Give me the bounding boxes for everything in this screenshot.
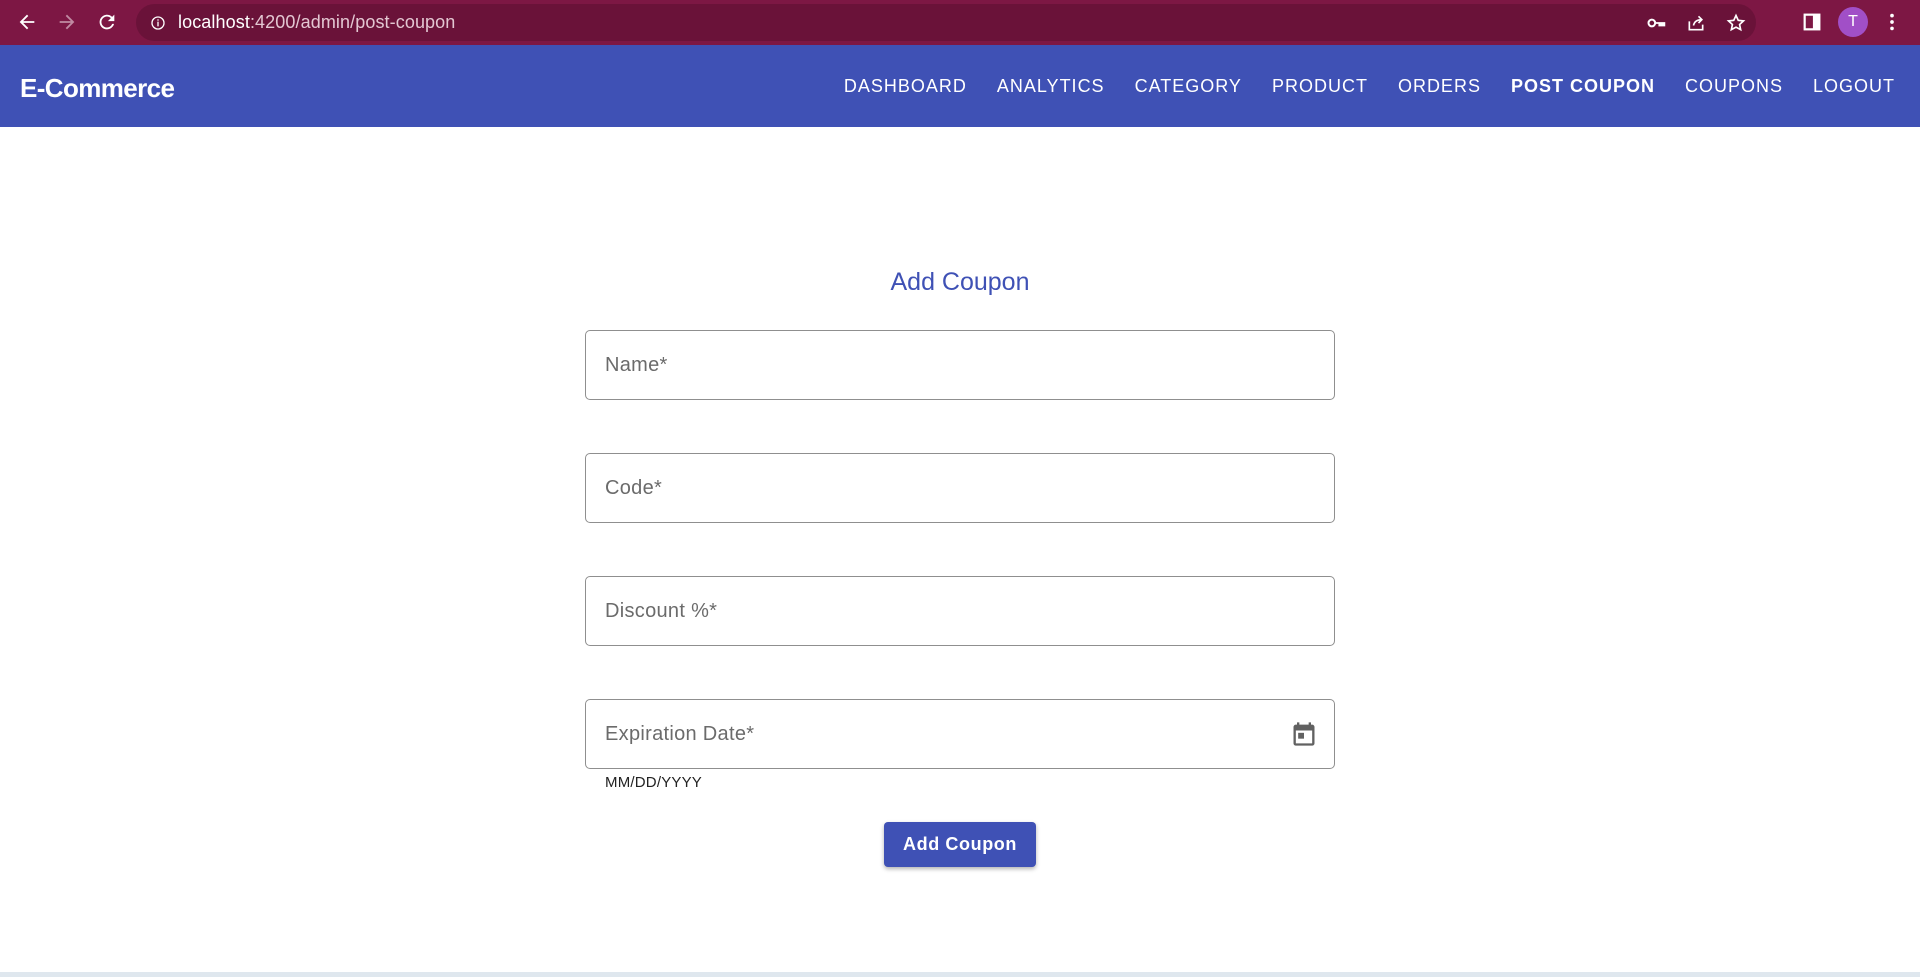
code-field [585,453,1335,523]
more-vert-icon[interactable] [1876,6,1908,38]
main-nav: DASHBOARD ANALYTICS CATEGORY PRODUCT ORD… [829,45,1910,127]
side-panel-icon[interactable] [1796,6,1828,38]
arrow-forward-icon[interactable] [51,6,83,38]
address-bar[interactable]: localhost:4200/admin/post-coupon [136,4,1756,41]
url-text[interactable]: localhost:4200/admin/post-coupon [178,12,455,33]
calendar-icon[interactable] [1290,720,1318,748]
nav-orders[interactable]: ORDERS [1383,66,1496,106]
date-format-hint: MM/DD/YYYY [605,774,703,791]
reload-icon[interactable] [91,6,123,38]
key-icon[interactable] [1636,4,1676,41]
app-toolbar: E-Commerce DASHBOARD ANALYTICS CATEGORY … [0,45,1920,127]
name-field [585,330,1335,400]
info-icon[interactable] [148,13,168,33]
url-path: :4200/admin/post-coupon [249,12,456,32]
url-host: localhost [178,12,250,32]
nav-coupons[interactable]: COUPONS [1670,66,1798,106]
browser-toolbar: localhost:4200/admin/post-coupon T [0,0,1920,45]
form-title: Add Coupon [890,268,1030,296]
star-icon[interactable] [1716,4,1756,41]
share-icon[interactable] [1676,4,1716,41]
expiration-date-field [585,699,1335,769]
add-coupon-button[interactable]: Add Coupon [884,822,1036,867]
nav-product[interactable]: PRODUCT [1257,66,1383,106]
arrow-back-icon[interactable] [11,6,43,38]
brand-title: E-Commerce [20,73,175,103]
nav-post-coupon[interactable]: POST COUPON [1496,66,1670,106]
discount-input[interactable] [586,577,1334,645]
nav-category[interactable]: CATEGORY [1120,66,1257,106]
name-input[interactable] [586,331,1334,399]
page-bottom-divider [0,972,1920,977]
code-input[interactable] [586,454,1334,522]
nav-dashboard[interactable]: DASHBOARD [829,66,982,106]
profile-avatar[interactable]: T [1838,7,1868,37]
discount-field [585,576,1335,646]
expiration-date-input[interactable] [586,700,1334,768]
nav-analytics[interactable]: ANALYTICS [982,66,1120,106]
nav-logout[interactable]: LOGOUT [1798,66,1910,106]
